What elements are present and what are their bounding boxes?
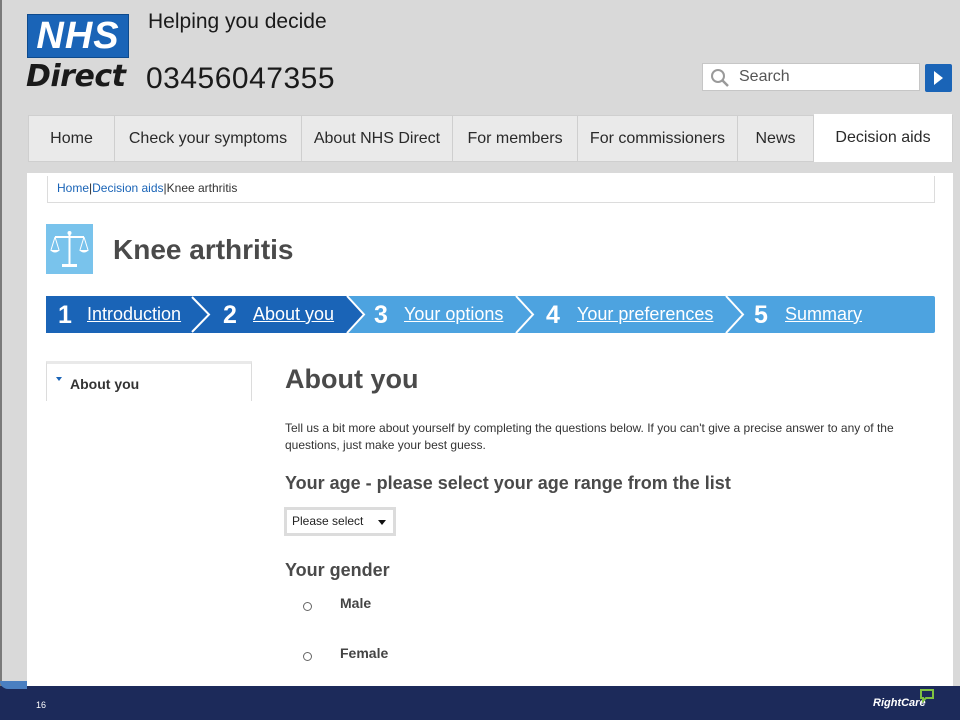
logo-nhs: NHS [27,14,129,58]
play-arrow-icon [934,71,943,85]
footer-accent [0,681,27,689]
step-progress-bar: 1 Introduction 2 About you 3 Your option… [46,296,935,333]
gender-question-label: Your gender [285,560,390,580]
nav-news[interactable]: News [738,116,814,161]
phone-number: 03456047355 [146,62,336,95]
step-summary[interactable]: Summary [785,304,862,325]
nav-about-nhs-direct[interactable]: About NHS Direct [302,116,453,161]
page-title: Knee arthritis [113,234,294,265]
tagline: Helping you decide [148,10,327,33]
nav-home[interactable]: Home [29,116,115,161]
step-1-number: 1 [58,301,72,329]
slide-footer: 16 RightCare [0,681,960,720]
rightcare-logo: RightCare [873,697,926,709]
nav-for-members[interactable]: For members [453,116,578,161]
step-your-options[interactable]: Your options [404,304,503,325]
nav-check-your-symptoms[interactable]: Check your symptoms [115,116,302,161]
slide-border [0,0,2,686]
scales-icon [46,224,93,274]
age-select-value: Please select [292,514,364,528]
radio-male[interactable] [303,602,312,611]
step-5-number: 5 [754,301,768,329]
age-select[interactable]: Please select [284,507,396,536]
breadcrumb-current: Knee arthritis [166,181,238,195]
intro-text: Tell us a bit more about yourself by com… [285,421,894,452]
breadcrumb: Home|Decision aids|Knee arthritis [47,176,935,203]
main-nav: Home Check your symptoms About NHS Direc… [28,114,953,162]
sidebar-item-label: About you [70,376,140,392]
step-3-number: 3 [374,301,388,329]
logo-direct: Direct [26,59,126,94]
step-about-you[interactable]: About you [253,304,334,325]
search-icon [711,69,729,87]
step-introduction[interactable]: Introduction [87,304,181,325]
step-4-number: 4 [546,301,560,329]
radio-label-male[interactable]: Male [340,595,371,611]
dropdown-arrow-icon [378,520,386,525]
radio-label-female[interactable]: Female [340,645,388,661]
age-question-label: Your age - please select your age range … [285,473,731,493]
triangle-down-icon [56,377,62,381]
step-2-number: 2 [223,301,237,329]
sidebar-item-about-you[interactable]: About you [46,361,252,401]
section-heading: About you [285,364,419,394]
breadcrumb-decision-aids[interactable]: Decision aids [92,181,163,195]
step-your-preferences[interactable]: Your preferences [577,304,713,325]
breadcrumb-home[interactable]: Home [57,181,89,195]
search-box[interactable] [702,63,920,91]
search-button[interactable] [925,64,952,92]
radio-female[interactable] [303,652,312,661]
nhs-direct-logo[interactable]: NHS Direct [26,14,129,94]
nav-for-commissioners[interactable]: For commissioners [578,116,738,161]
speech-bubble-icon [920,689,934,703]
search-input[interactable] [739,67,909,87]
slide-page-number: 16 [36,700,47,710]
content-panel: Home|Decision aids|Knee arthritis Knee a… [27,173,953,686]
nav-decision-aids[interactable]: Decision aids [814,114,952,162]
